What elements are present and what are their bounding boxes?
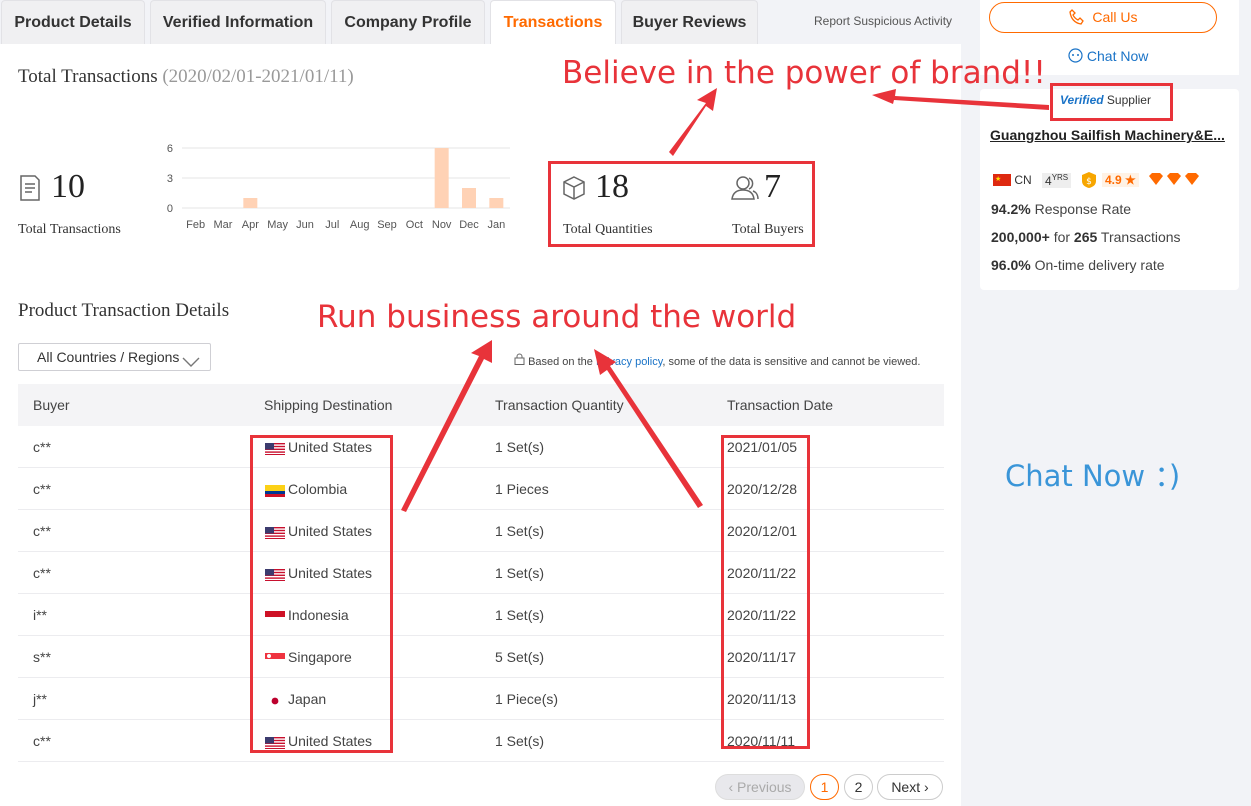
arrow-from-verified [872,89,1049,110]
arrow-to-destinations [401,340,492,512]
arrow-to-dates [594,349,703,508]
annotation-arrows [401,88,1049,512]
arrow-to-brand-text [669,88,717,156]
